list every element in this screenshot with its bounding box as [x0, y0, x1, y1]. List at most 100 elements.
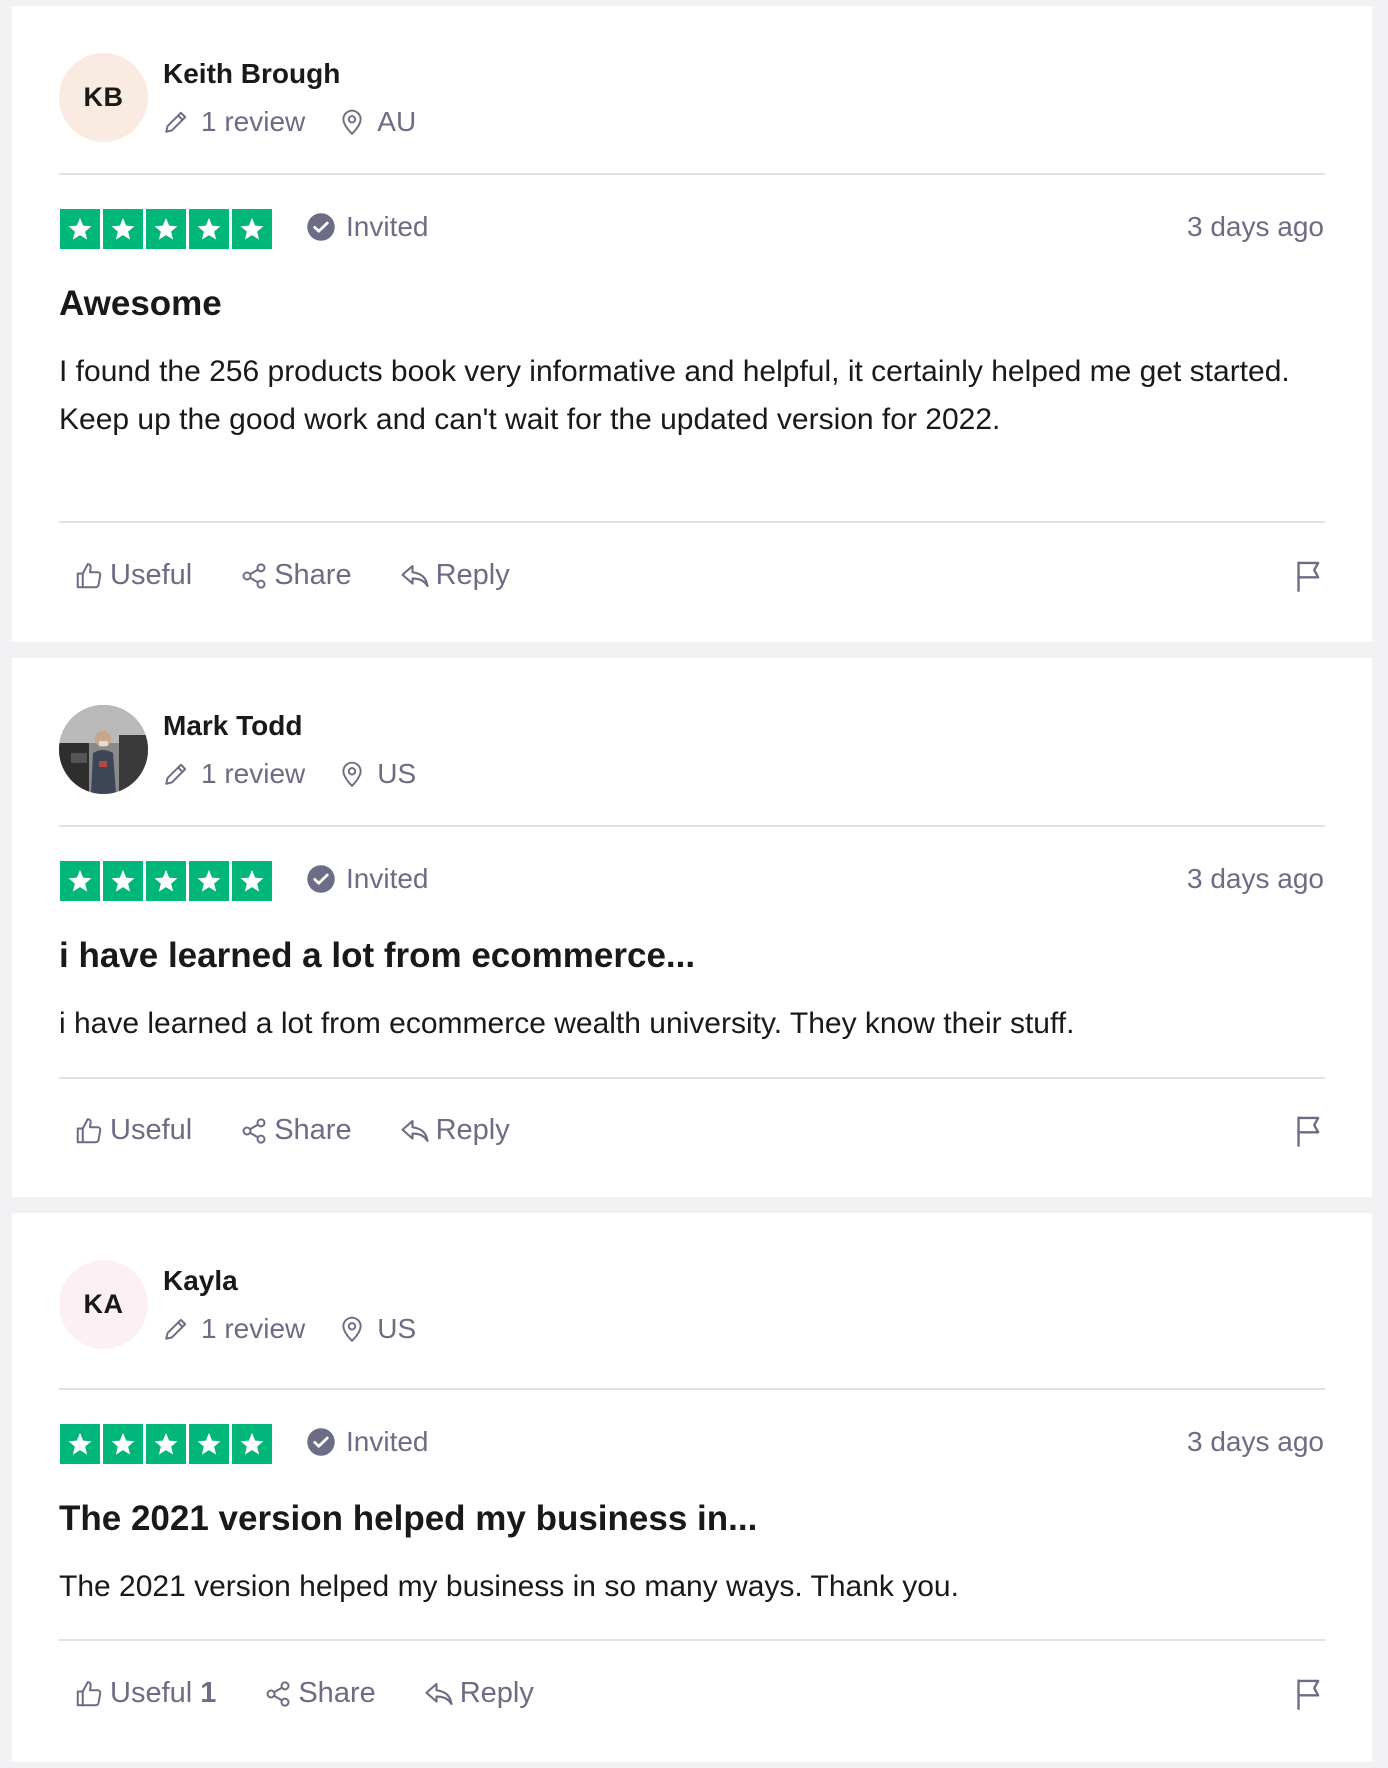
star-icon [232, 209, 272, 249]
invited-badge[interactable]: Invited [306, 863, 429, 895]
share-button[interactable]: Share [240, 1114, 352, 1147]
country-label: US [377, 758, 417, 789]
review-count-label: 1 review [201, 758, 306, 789]
star-icon [103, 209, 143, 249]
share-icon [266, 1680, 290, 1707]
review-count: 1 review [163, 1313, 305, 1345]
reviewer-meta: 1 review AU [163, 106, 450, 138]
country-label: US [377, 1313, 417, 1344]
pencil-icon [165, 111, 187, 133]
useful-button[interactable]: Useful [74, 1114, 192, 1147]
report-flag-button[interactable] [1294, 1677, 1324, 1716]
thumbs-up-icon [76, 1117, 102, 1143]
divider [59, 825, 1325, 827]
star-icon [146, 209, 186, 249]
location-pin-icon [342, 761, 362, 788]
star-icon [146, 861, 186, 901]
invited-badge[interactable]: Invited [306, 211, 429, 243]
useful-label: Useful [110, 1677, 193, 1709]
reply-icon [401, 1119, 429, 1142]
reply-button[interactable]: Reply [424, 1677, 534, 1710]
share-button[interactable]: Share [264, 1677, 376, 1710]
useful-button[interactable]: Useful 1 [74, 1677, 216, 1710]
star-icon [60, 861, 100, 901]
reviewer-name[interactable]: Kayla [163, 1265, 238, 1297]
review-title[interactable]: Awesome [59, 284, 222, 324]
divider [59, 1388, 1325, 1390]
check-circle-icon [307, 213, 335, 241]
reply-label: Reply [459, 1677, 534, 1709]
location-pin-icon [342, 1316, 362, 1343]
reply-icon [425, 1682, 453, 1705]
reply-label: Reply [435, 559, 510, 591]
review-card: KA Kayla 1 review US Invited 3 days ago … [12, 1213, 1372, 1762]
report-flag-button[interactable] [1294, 1114, 1324, 1153]
star-icon [189, 1424, 229, 1464]
star-icon [232, 1424, 272, 1464]
star-icon [60, 209, 100, 249]
divider [59, 521, 1325, 523]
star-icon [146, 1424, 186, 1464]
review-actions: Useful 1 Share Reply [74, 1677, 582, 1710]
share-button[interactable]: Share [240, 559, 352, 592]
check-circle-icon [307, 865, 335, 893]
review-body: i have learned a lot from ecommerce weal… [59, 1007, 1075, 1040]
report-flag-button[interactable] [1294, 559, 1324, 598]
review-count: 1 review [163, 758, 305, 790]
review-actions: Useful Share Reply [74, 559, 558, 592]
pencil-icon [165, 763, 187, 785]
invited-label: Invited [346, 863, 429, 894]
pencil-icon [165, 1318, 187, 1340]
star-icon [60, 1424, 100, 1464]
review-card: Mark Todd 1 review US Invited 3 days ago… [12, 658, 1372, 1197]
share-label: Share [274, 1114, 352, 1146]
review-count: 1 review [163, 106, 305, 138]
country-label: AU [377, 106, 417, 137]
divider [59, 1639, 1325, 1641]
star-rating [60, 861, 272, 901]
share-label: Share [298, 1677, 376, 1709]
star-rating [60, 209, 272, 249]
star-icon [103, 861, 143, 901]
reply-label: Reply [435, 1114, 510, 1146]
review-date: 3 days ago [1187, 211, 1324, 242]
star-icon [232, 861, 272, 901]
reply-button[interactable]: Reply [400, 1114, 510, 1147]
invited-badge[interactable]: Invited [306, 1426, 429, 1458]
review-date: 3 days ago [1187, 863, 1324, 894]
avatar[interactable]: KB [59, 53, 148, 142]
flag-icon [1297, 1679, 1320, 1710]
review-body: I found the 256 products book very infor… [59, 355, 1290, 436]
invited-label: Invited [346, 211, 429, 242]
share-icon [242, 1117, 266, 1144]
reply-button[interactable]: Reply [400, 559, 510, 592]
flag-icon [1297, 561, 1320, 592]
useful-label: Useful [110, 559, 193, 591]
avatar[interactable] [59, 705, 148, 794]
reviewer-name[interactable]: Mark Todd [163, 710, 302, 742]
star-rating [60, 1424, 272, 1464]
star-icon [103, 1424, 143, 1464]
review-title[interactable]: i have learned a lot from ecommerce... [59, 936, 695, 976]
thumbs-up-icon [76, 1680, 102, 1706]
divider [59, 173, 1325, 175]
review-count-label: 1 review [201, 106, 306, 137]
review-card: KB Keith Brough 1 review AU Invited 3 da… [12, 6, 1372, 642]
divider [59, 1077, 1325, 1079]
avatar-photo [59, 705, 148, 794]
flag-icon [1297, 1116, 1320, 1147]
location-pin-icon [342, 109, 362, 136]
reviewer-location: AU [339, 106, 416, 138]
reviewer-name[interactable]: Keith Brough [163, 58, 340, 90]
useful-count: 1 [200, 1677, 217, 1709]
check-circle-icon [307, 1428, 335, 1456]
avatar[interactable]: KA [59, 1260, 148, 1349]
useful-label: Useful [110, 1114, 193, 1146]
reviewer-meta: 1 review US [163, 758, 450, 790]
share-label: Share [274, 559, 352, 591]
reply-icon [401, 564, 429, 587]
review-title[interactable]: The 2021 version helped my business in..… [59, 1499, 757, 1539]
invited-label: Invited [346, 1426, 429, 1457]
share-icon [242, 562, 266, 589]
useful-button[interactable]: Useful [74, 559, 192, 592]
